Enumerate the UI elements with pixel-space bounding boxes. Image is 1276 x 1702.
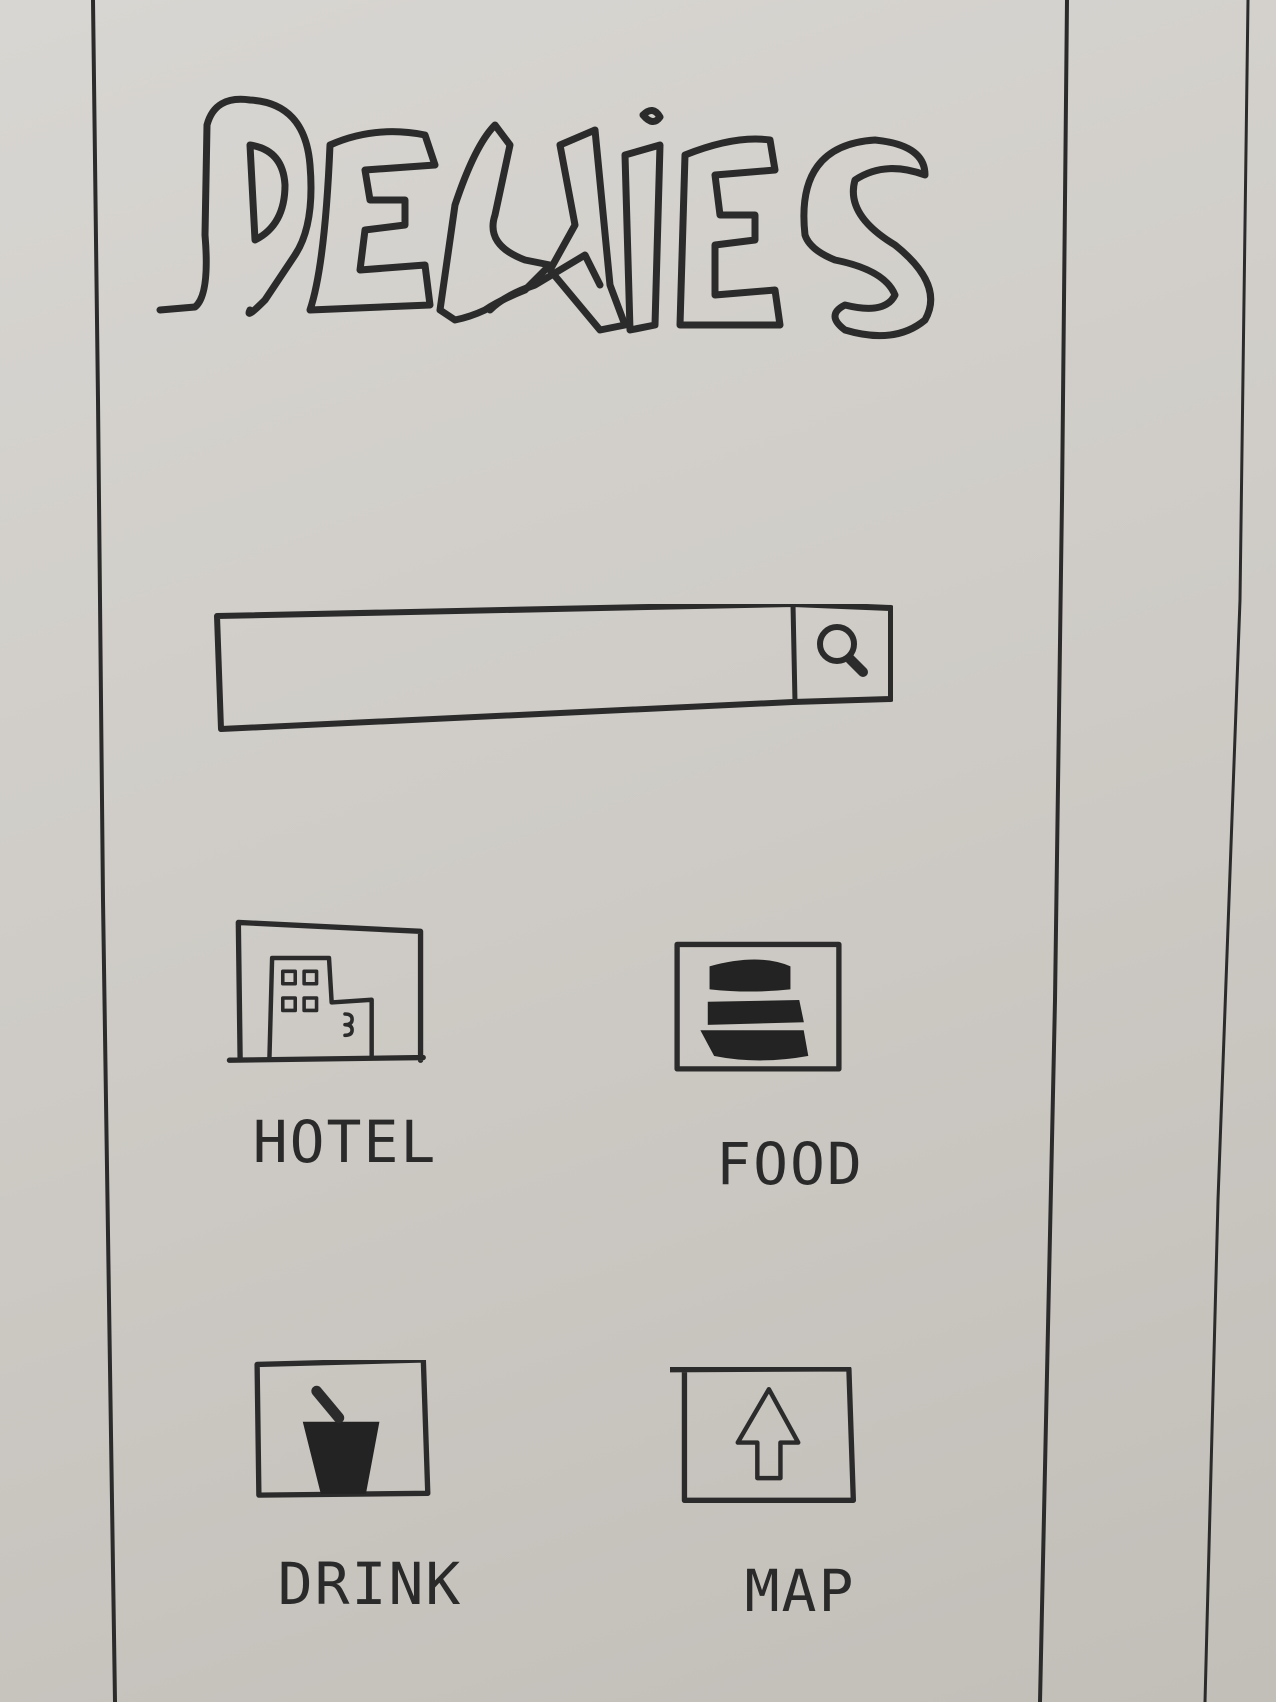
drink-cup-icon <box>240 1357 500 1540</box>
map-arrow-icon <box>664 1366 930 1547</box>
category-label: MAP <box>744 1557 856 1625</box>
burger-icon <box>660 940 920 1120</box>
dealies-logo <box>155 85 1055 375</box>
category-label: FOOD <box>716 1130 864 1198</box>
category-map[interactable]: MAP <box>664 1366 930 1647</box>
category-label: DRINK <box>277 1550 463 1618</box>
search-button[interactable] <box>795 604 890 699</box>
category-hotel[interactable]: HOTEL <box>215 918 475 1198</box>
category-label: HOTEL <box>252 1108 438 1176</box>
logo-lettering <box>156 95 935 340</box>
search-input[interactable] <box>213 604 793 734</box>
category-drink[interactable]: DRINK <box>240 1357 500 1640</box>
search-icon <box>817 624 868 677</box>
phone-screen: HOTEL FOOD DRINK MAP <box>95 0 1070 1702</box>
category-food[interactable]: FOOD <box>660 940 920 1220</box>
hotel-building-icon <box>215 918 475 1098</box>
search-bar <box>213 604 893 734</box>
